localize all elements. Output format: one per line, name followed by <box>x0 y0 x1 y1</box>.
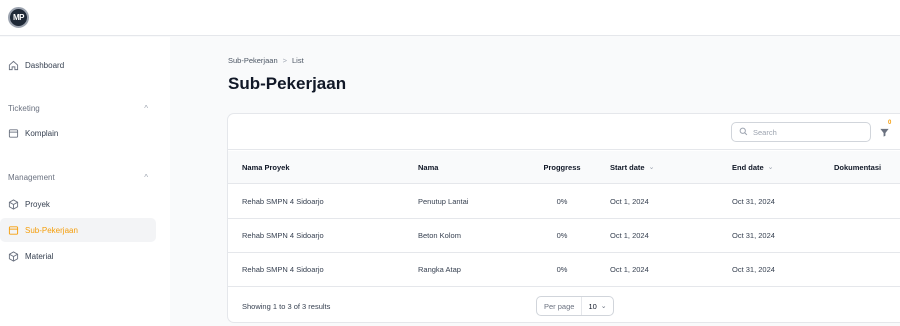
filter-icon[interactable] <box>879 125 893 139</box>
column-header-nama-proyek: Nama Proyek <box>242 162 290 172</box>
table-row[interactable]: Rehab SMPN 4 Sidoarjo Beton Kolom 0% Oct… <box>228 219 900 253</box>
breadcrumb-current: List <box>292 56 304 65</box>
cell-progress: 0% <box>556 197 568 206</box>
page-title: Sub-Pekerjaan <box>228 74 347 93</box>
cell-nama-proyek: Rehab SMPN 4 Sidoarjo <box>242 265 324 274</box>
chevron-down-icon: ⌄ <box>767 164 774 171</box>
home-icon <box>8 60 19 71</box>
sidebar-item-label: Material <box>25 251 54 261</box>
sidebar-item-sub-pekerjaan[interactable]: Sub-Pekerjaan <box>0 218 156 242</box>
breadcrumb-parent[interactable]: Sub-Pekerjaan <box>228 56 278 65</box>
per-page-label: Per page <box>537 297 583 315</box>
sidebar-item-label: Dashboard <box>25 60 65 70</box>
column-header-proggress: Proggress <box>543 162 581 172</box>
cell-nama: Rangka Atap <box>418 265 461 274</box>
pagination-summary: Showing 1 to 3 of 3 results <box>242 301 331 311</box>
cell-progress: 0% <box>556 231 568 240</box>
cell-end-date: Oct 31, 2024 <box>732 197 775 206</box>
column-header-start-date[interactable]: Start date ⌄ <box>610 151 654 183</box>
per-page-select[interactable]: Per page 10 ⌄ <box>536 296 614 316</box>
nav-group-ticketing[interactable]: Ticketing ^ <box>8 104 148 113</box>
filter-count-badge: 0 <box>888 120 892 126</box>
cube-icon <box>8 250 19 262</box>
inbox-icon <box>8 128 19 139</box>
cell-nama: Penutup Lantai <box>418 197 469 206</box>
table-row[interactable]: Rehab SMPN 4 Sidoarjo Penutup Lantai 0% … <box>228 185 900 219</box>
inbox-icon <box>8 225 19 236</box>
sidebar: Dashboard Ticketing ^ Komplain Managemen… <box>0 37 170 326</box>
search-box[interactable] <box>731 122 871 142</box>
cell-end-date: Oct 31, 2024 <box>732 265 775 274</box>
nav-group-management[interactable]: Management ^ <box>8 173 148 182</box>
nav-group-label: Ticketing <box>8 104 40 113</box>
sidebar-item-komplain[interactable]: Komplain <box>0 121 156 145</box>
cell-nama-proyek: Rehab SMPN 4 Sidoarjo <box>242 197 324 206</box>
table-row[interactable]: Rehab SMPN 4 Sidoarjo Rangka Atap 0% Oct… <box>228 253 900 287</box>
cell-nama-proyek: Rehab SMPN 4 Sidoarjo <box>242 231 324 240</box>
sidebar-item-material[interactable]: Material <box>0 244 156 268</box>
table-card: 0 Nama Proyek Nama Proggress Start date⌄… <box>227 113 900 323</box>
app-logo[interactable]: MP <box>8 7 29 28</box>
search-icon <box>739 123 748 141</box>
cell-progress: 0% <box>556 265 568 274</box>
cell-nama: Beton Kolom <box>418 231 461 240</box>
table-footer: Showing 1 to 3 of 3 results Per page 10 … <box>228 288 900 322</box>
chevron-up-icon: ^ <box>144 173 148 182</box>
breadcrumb: Sub-Pekerjaan > List <box>228 56 304 65</box>
cell-start-date: Oct 1, 2024 <box>610 231 649 240</box>
chevron-up-icon: ^ <box>144 104 148 113</box>
cell-end-date: Oct 31, 2024 <box>732 231 775 240</box>
sidebar-item-label: Komplain <box>25 128 59 138</box>
chevron-down-icon: ⌄ <box>600 303 607 310</box>
sidebar-item-label: Proyek <box>25 199 50 209</box>
sidebar-item-label: Sub-Pekerjaan <box>25 225 78 235</box>
nav-group-label: Management <box>8 173 55 182</box>
cell-start-date: Oct 1, 2024 <box>610 265 649 274</box>
table-header: Nama Proyek Nama Proggress Start date ⌄ E… <box>228 151 900 184</box>
sidebar-item-dashboard[interactable]: Dashboard <box>0 53 156 77</box>
cube-icon <box>8 198 19 210</box>
column-header-end-date[interactable]: End date ⌄ <box>732 151 774 183</box>
top-bar: MP <box>0 0 900 36</box>
search-input[interactable] <box>753 127 863 137</box>
sidebar-item-proyek[interactable]: Proyek <box>0 192 156 216</box>
column-header-dokumentasi: Dokumentasi <box>834 162 882 172</box>
column-header-nama: Nama <box>418 162 439 172</box>
cell-start-date: Oct 1, 2024 <box>610 197 649 206</box>
table-toolbar: 0 <box>228 114 900 150</box>
breadcrumb-separator: > <box>282 56 288 65</box>
chevron-down-icon: ⌄ <box>648 164 655 171</box>
per-page-value[interactable]: 10 ⌄ <box>582 302 612 311</box>
